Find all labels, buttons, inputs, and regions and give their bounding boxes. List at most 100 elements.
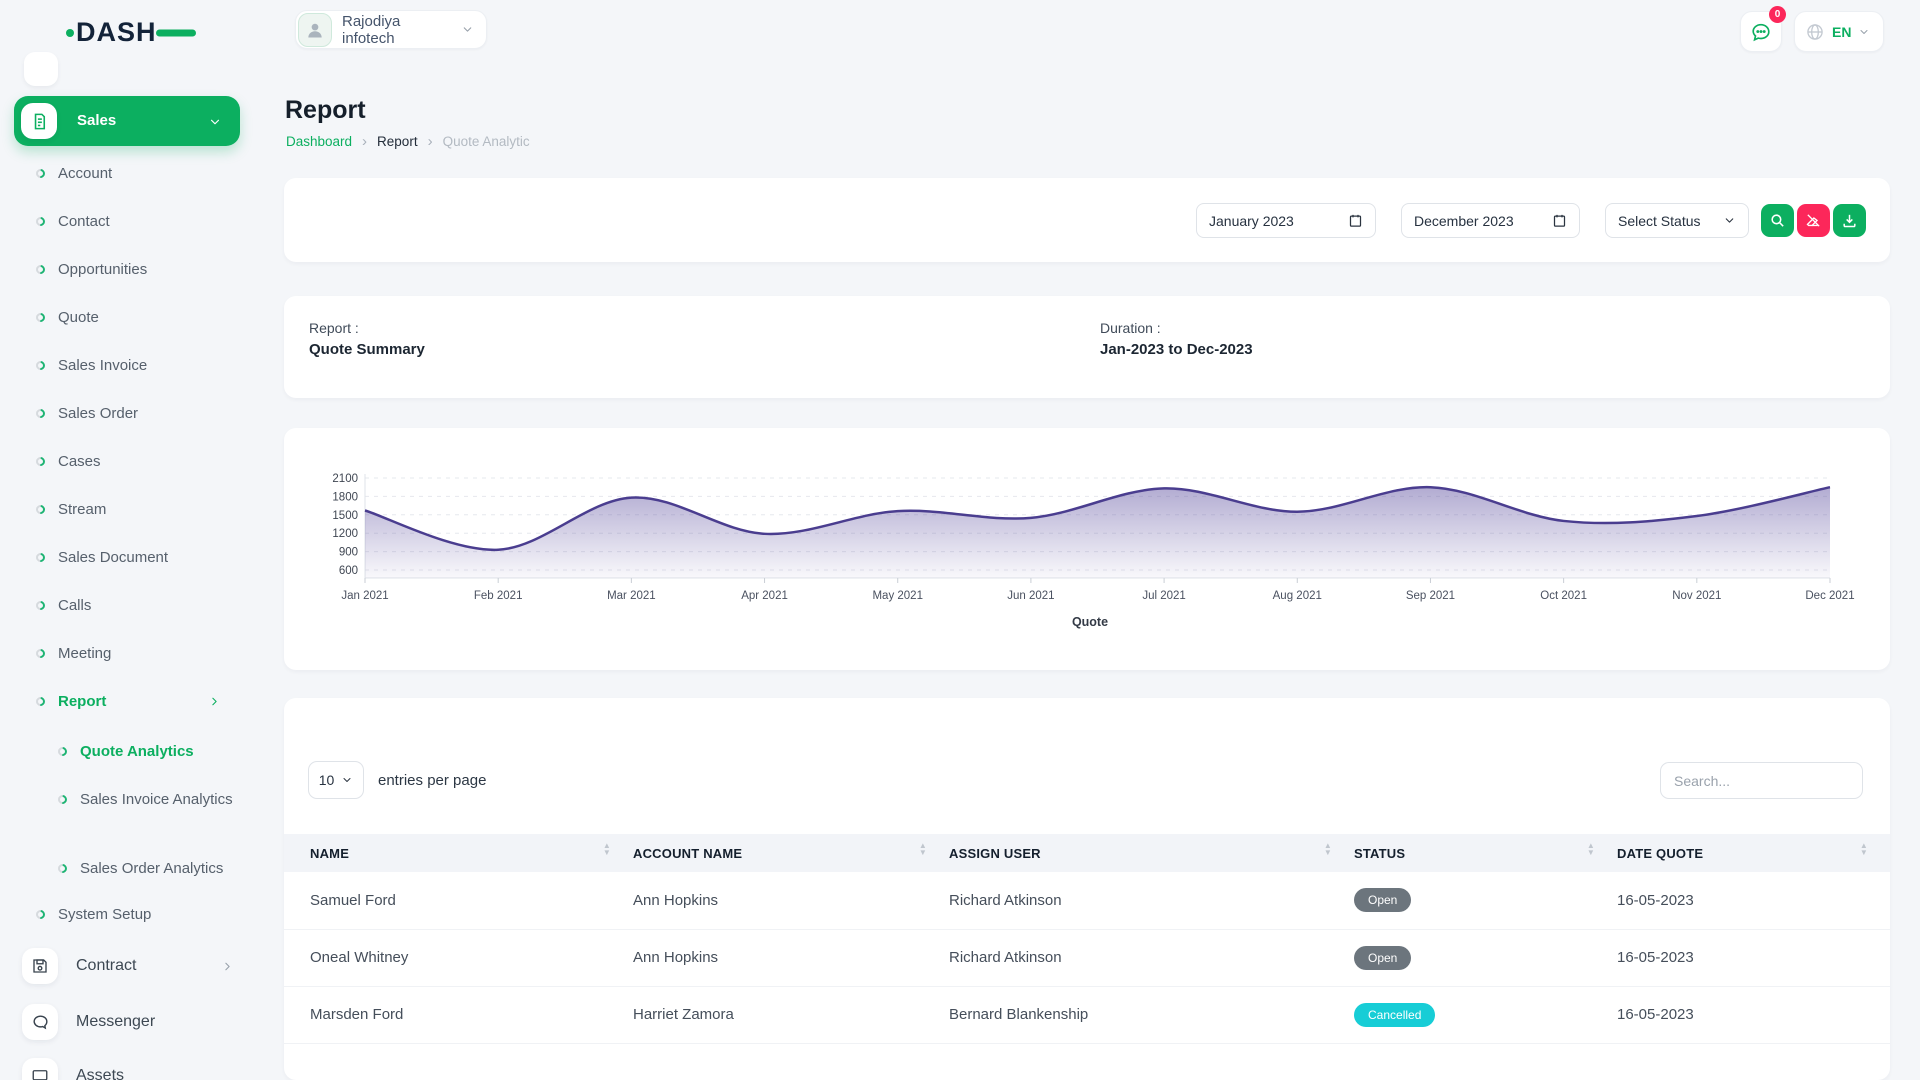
sidebar-item-account[interactable]: Account	[36, 165, 112, 182]
sidebar-item-cases[interactable]: Cases	[36, 453, 101, 470]
search-icon	[1769, 212, 1786, 229]
status-select[interactable]: Select Status	[1605, 203, 1749, 238]
sidebar-subitem-label: Quote Analytics	[80, 741, 194, 762]
y-axis-tick: 1800	[332, 491, 358, 503]
sales-document-icon	[21, 103, 57, 139]
avatar	[298, 13, 332, 47]
sidebar-item-quote[interactable]: Quote	[36, 309, 99, 326]
table-search-input[interactable]	[1660, 762, 1863, 799]
download-report-button[interactable]	[1833, 204, 1866, 237]
chart-card: 2100180015001200900600Jan 2021Feb 2021Ma…	[284, 428, 1890, 670]
sidebar-item-contact[interactable]: Contact	[36, 213, 110, 230]
dash-logo: DASH	[64, 12, 200, 50]
sidebar-item-report[interactable]: Report	[36, 693, 106, 710]
sidebar-item-sales-invoice[interactable]: Sales Invoice	[36, 357, 147, 374]
sidebar-item-label: Sales Invoice	[58, 357, 147, 374]
logo-dot-icon	[66, 29, 74, 37]
quote-area-chart: 2100180015001200900600Jan 2021Feb 2021Ma…	[284, 428, 1890, 670]
status-select-value: Select Status	[1618, 213, 1701, 229]
breadcrumb: Dashboard › Report › Quote Analytic	[286, 133, 530, 150]
calendar-icon	[1552, 213, 1567, 228]
chat-bubble-icon	[1750, 21, 1772, 43]
language-selector[interactable]: EN	[1794, 11, 1884, 52]
x-axis-label: Nov 2021	[1672, 590, 1721, 602]
sidebar-item-label: Stream	[58, 501, 106, 518]
globe-icon	[1805, 22, 1825, 42]
sidebar-item-system-setup[interactable]: System Setup	[36, 906, 151, 923]
sidebar-group-messenger[interactable]: Messenger	[22, 1004, 155, 1040]
status-badge: Cancelled	[1354, 1003, 1435, 1027]
messages-button[interactable]: 0	[1740, 11, 1782, 52]
cell-assign-user: Richard Atkinson	[949, 872, 1354, 929]
duration-label: Duration :	[1100, 320, 1161, 336]
x-axis-label: Feb 2021	[474, 590, 523, 602]
sidebar-group-label: Assets	[76, 1067, 124, 1080]
sidebar-group-assets[interactable]: Assets	[22, 1058, 124, 1080]
sidebar-subitem-sales-order-analytics[interactable]: Sales Order Analytics	[58, 858, 223, 879]
bullet-icon	[34, 695, 47, 708]
column-header-date-quote[interactable]: DATE QUOTE▲▼	[1617, 834, 1890, 872]
sidebar-item-calls[interactable]: Calls	[36, 597, 91, 614]
sidebar-subitem-label: Sales Order Analytics	[80, 858, 223, 879]
x-axis-label: Dec 2021	[1805, 590, 1854, 602]
message-count-badge: 0	[1769, 6, 1786, 23]
sidebar-group-sales[interactable]: Sales	[14, 96, 240, 146]
sidebar-item-meeting[interactable]: Meeting	[36, 645, 111, 662]
user-icon	[305, 20, 325, 40]
end-month-input[interactable]: December 2023	[1401, 203, 1580, 238]
scrolled-menu-icon-box	[24, 52, 58, 86]
column-header-name[interactable]: NAME▲▼	[284, 834, 633, 872]
sidebar-item-sales-order[interactable]: Sales Order	[36, 405, 138, 422]
bullet-icon	[34, 407, 47, 420]
summary-card: Report : Quote Summary Duration : Jan-20…	[284, 296, 1890, 398]
chevron-down-icon	[341, 774, 353, 786]
apply-filter-button[interactable]	[1761, 204, 1794, 237]
sidebar-subitem-quote-analytics[interactable]: Quote Analytics	[58, 741, 194, 762]
bullet-icon	[34, 167, 47, 180]
entries-per-page-select[interactable]: 10	[308, 761, 364, 799]
breadcrumb-report[interactable]: Report	[377, 134, 418, 149]
sidebar-item-opportunities[interactable]: Opportunities	[36, 261, 147, 278]
download-icon	[1841, 212, 1858, 229]
sort-icon: ▲▼	[919, 842, 927, 856]
y-axis-tick: 1500	[332, 510, 358, 522]
sidebar-item-label: Contact	[58, 213, 110, 230]
report-label: Report :	[309, 320, 359, 336]
legend-label: Quote	[1072, 615, 1108, 629]
cell-date-quote: 16-05-2023	[1617, 872, 1890, 929]
status-badge: Open	[1354, 946, 1411, 970]
bullet-icon	[34, 599, 47, 612]
column-header-status[interactable]: STATUS▲▼	[1354, 834, 1617, 872]
cell-assign-user: Bernard Blankenship	[949, 986, 1354, 1043]
bullet-icon	[56, 793, 69, 806]
start-month-value: January 2023	[1209, 213, 1294, 229]
sidebar-subitem-label: Sales Invoice Analytics	[80, 789, 233, 810]
chevron-down-icon	[208, 115, 222, 129]
sidebar-group-contract[interactable]: Contract	[22, 948, 234, 984]
sort-icon: ▲▼	[1587, 842, 1595, 856]
cell-assign-user: Richard Atkinson	[949, 929, 1354, 986]
start-month-input[interactable]: January 2023	[1196, 203, 1376, 238]
sidebar-item-label: Sales Order	[58, 405, 138, 422]
sidebar-item-stream[interactable]: Stream	[36, 501, 106, 518]
x-axis-label: Aug 2021	[1273, 590, 1322, 602]
column-header-assign-user[interactable]: ASSIGN USER▲▼	[949, 834, 1354, 872]
sidebar-item-sales-document[interactable]: Sales Document	[36, 549, 168, 566]
cell-account-name: Ann Hopkins	[633, 929, 949, 986]
sidebar-subitem-sales-invoice-analytics[interactable]: Sales Invoice Analytics	[58, 789, 233, 810]
bullet-icon	[34, 455, 47, 468]
company-name: Rajodiya infotech	[342, 13, 451, 47]
sidebar-item-label: Cases	[58, 453, 101, 470]
x-axis-label: Apr 2021	[741, 590, 788, 602]
breadcrumb-dashboard[interactable]: Dashboard	[286, 134, 352, 149]
cell-status: Open	[1354, 872, 1617, 929]
reset-filter-button[interactable]	[1797, 204, 1830, 237]
sidebar-item-label: Quote	[58, 309, 99, 326]
x-axis-label: Jun 2021	[1007, 590, 1054, 602]
company-switcher[interactable]: Rajodiya infotech	[295, 10, 487, 49]
column-header-account-name[interactable]: ACCOUNT NAME▲▼	[633, 834, 949, 872]
logo-dash-icon	[156, 30, 196, 37]
breadcrumb-separator: ›	[428, 133, 433, 150]
filter-card: January 2023 December 2023 Select Status	[284, 178, 1890, 262]
sidebar-item-label: Opportunities	[58, 261, 147, 278]
